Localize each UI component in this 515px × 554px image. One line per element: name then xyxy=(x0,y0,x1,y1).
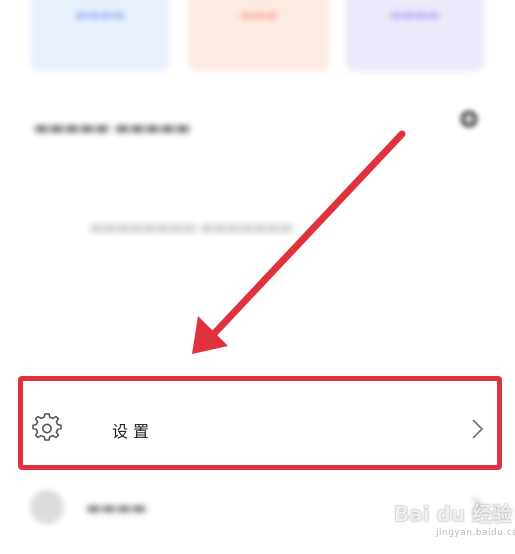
card-text-orange: ▬▬▬ xyxy=(240,8,278,23)
card-text-blue: ▬▬▬▬ xyxy=(75,8,125,23)
section-title: ▬▬▬▬▬ ▬▬▬▬▬ xyxy=(34,118,191,137)
chevron-right-icon xyxy=(472,419,484,439)
shortcut-card-orange[interactable]: ▬▬▬ xyxy=(188,0,330,72)
list-item-label: ▬▬▬▬ xyxy=(86,498,147,517)
blurred-background: ▬▬▬▬ ▬▬▬ ▬▬▬▬ ▬▬▬▬▬ ▬▬▬▬▬ ▬▬▬▬▬▬▬▬ ▬▬▬▬▬… xyxy=(0,0,515,554)
avatar xyxy=(30,490,64,524)
shortcut-card-blue[interactable]: ▬▬▬▬ xyxy=(30,0,170,72)
card-text-purple: ▬▬▬▬ xyxy=(390,8,440,23)
gear-icon xyxy=(32,413,62,441)
plus-icon[interactable] xyxy=(458,108,480,130)
settings-label: 设置 xyxy=(112,422,155,441)
settings-list-item[interactable]: 设置 xyxy=(22,379,496,463)
watermark-url: jingyan.baidu.com xyxy=(436,528,515,538)
shortcut-card-purple[interactable]: ▬▬▬▬ xyxy=(345,0,485,72)
empty-state-hint: ▬▬▬▬▬▬▬▬ ▬▬▬▬▬▬▬ xyxy=(90,220,293,236)
watermark-logo: Bai du 经验 xyxy=(394,502,513,526)
